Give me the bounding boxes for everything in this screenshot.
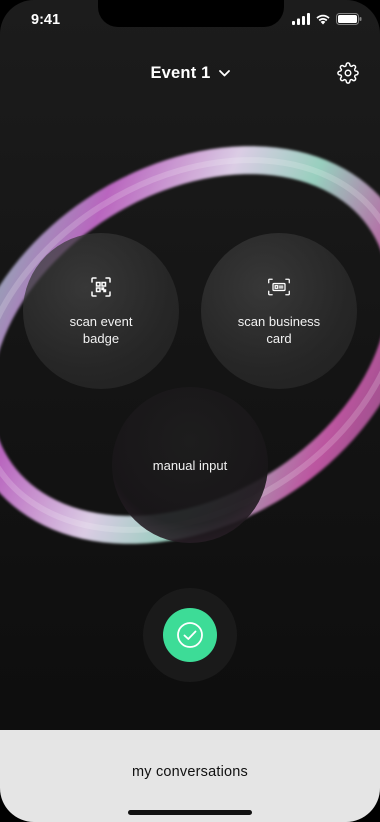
settings-button[interactable]: [337, 62, 359, 84]
scan-event-badge-label: scan event badge: [69, 314, 133, 346]
qr-scan-icon: [91, 277, 111, 297]
device-notch: [98, 0, 284, 27]
card-scan-icon: [268, 278, 290, 296]
app-screen: 9:41 Event 1 scan event badge scan busin…: [0, 0, 380, 822]
home-indicator: [128, 810, 252, 815]
my-conversations-sheet[interactable]: my conversations: [0, 730, 380, 822]
status-time: 9:41: [31, 12, 61, 28]
gear-icon: [337, 62, 359, 84]
battery-icon: [336, 13, 362, 25]
scan-business-card-button[interactable]: scan business card: [201, 233, 357, 389]
manual-input-label: manual input: [152, 457, 228, 473]
manual-input-button[interactable]: manual input: [112, 387, 268, 543]
event-title: Event 1: [150, 64, 211, 82]
check-circle-icon: [177, 622, 203, 648]
confirm-button-halo: [143, 588, 237, 682]
header: Event 1: [0, 56, 380, 92]
wifi-icon: [316, 14, 330, 25]
signal-icon: [292, 13, 310, 25]
scan-event-badge-button[interactable]: scan event badge: [23, 233, 179, 389]
status-icons: [292, 13, 362, 25]
event-selector[interactable]: Event 1: [140, 64, 240, 83]
confirm-button[interactable]: [163, 608, 217, 662]
my-conversations-label: my conversations: [131, 764, 249, 780]
scan-business-card-label: scan business card: [237, 314, 321, 346]
chevron-down-icon: [218, 70, 230, 77]
